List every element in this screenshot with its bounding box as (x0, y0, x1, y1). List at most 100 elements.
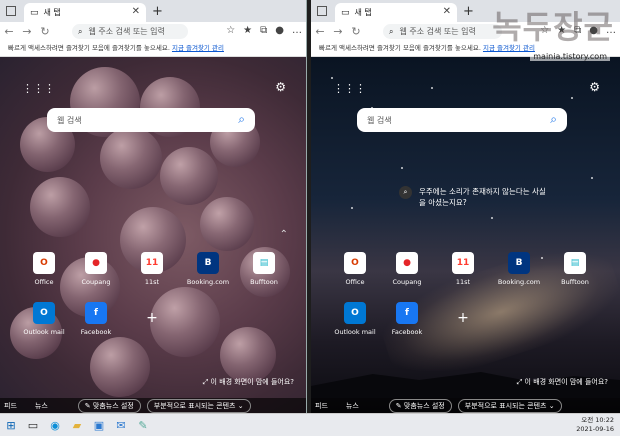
back-icon[interactable]: ← (0, 25, 18, 38)
personalize-button[interactable]: ✎ 맞춤뉴스 설정 (388, 399, 452, 413)
tile-coupang[interactable]: ● Coupang (72, 252, 120, 286)
tile-label: Office (345, 278, 365, 286)
watermark-logo: 녹두장군 (492, 8, 614, 46)
collections-icon[interactable]: ⧉ (260, 25, 267, 36)
add-tile-button[interactable]: + (439, 310, 487, 326)
tile-office[interactable]: O Office (20, 252, 68, 286)
settings-icon[interactable]: ⚙ (589, 80, 600, 94)
11st-icon: 11 (452, 252, 474, 274)
address-bar[interactable]: ⌕ 웹 주소 검색 또는 입력 (72, 24, 188, 39)
tile-bufftoon[interactable]: ▤ Bufftoon (240, 252, 288, 286)
coupang-icon: ● (85, 252, 107, 274)
content-visibility-select[interactable]: 부분적으로 표시되는 콘텐츠 ⌄ (146, 399, 251, 413)
toolbar: ← → ↻ ⌕ 웹 주소 검색 또는 입력 ☆ ★ ⧉ ● … (0, 22, 306, 41)
settings-icon[interactable]: ⚙ (275, 80, 286, 94)
edge-icon[interactable]: ◉ (44, 419, 66, 432)
caption-text: 이 배경 화면이 맘에 들어요? (524, 378, 608, 386)
forward-icon[interactable]: → (18, 25, 36, 38)
tile-facebook[interactable]: f Facebook (72, 302, 120, 336)
facebook-icon: f (396, 302, 418, 324)
address-bar[interactable]: ⌕ 웹 주소 검색 또는 입력 (383, 24, 502, 39)
toolbar-icons: ☆ ★ ⧉ ● … (226, 25, 302, 36)
personalize-button[interactable]: ✎ 맞춤뉴스 설정 (77, 399, 141, 413)
new-tab-button[interactable]: + (463, 4, 474, 19)
watermark-url: mainia.tistory.com (530, 52, 610, 61)
more-icon[interactable]: … (292, 25, 302, 36)
feed-bar: 피드 뉴스 ✎ 맞춤뉴스 설정 부분적으로 표시되는 콘텐츠 ⌄ (311, 398, 620, 414)
favbar-text: 빠르게 액세스하려면 즐겨찾기 모음에 즐겨찾기를 놓으세요. (319, 44, 483, 52)
content-visibility-label: 부분적으로 표시되는 콘텐츠 (464, 402, 547, 410)
tab-new-tab[interactable]: ▭ 새 탭 ✕ (335, 3, 457, 22)
web-search-box[interactable]: 웹 검색 ⌕ (47, 108, 255, 132)
tab-new-tab[interactable]: ▭ 새 탭 ✕ (24, 3, 146, 22)
manage-favorites-link[interactable]: 지금 즐겨찾기 관리 (172, 44, 224, 52)
tile-booking[interactable]: B Booking.com (495, 252, 543, 286)
mail-icon[interactable]: ✉ (110, 419, 132, 432)
feed-tab[interactable]: 피드 (315, 401, 328, 411)
bufftoon-icon: ▤ (564, 252, 586, 274)
refresh-icon[interactable]: ↻ (36, 25, 54, 38)
booking-icon: B (508, 252, 530, 274)
tile-11st[interactable]: 11 11st (128, 252, 176, 286)
personalize-label: 맞춤뉴스 설정 (92, 402, 134, 410)
tab-title: 새 탭 (43, 8, 61, 17)
start-icon[interactable]: ⊞ (0, 419, 22, 432)
tile-booking[interactable]: B Booking.com (184, 252, 232, 286)
search-icon: ⌕ (78, 26, 83, 36)
tile-outlook[interactable]: O Outlook mail (20, 302, 68, 336)
tile-label: Facebook (80, 328, 112, 336)
outlook-icon: O (344, 302, 366, 324)
search-icon[interactable]: ⌕ (550, 112, 557, 127)
task-view-icon[interactable]: ▭ (22, 419, 44, 432)
feed-tab[interactable]: 피드 (4, 401, 17, 411)
content-visibility-select[interactable]: 부분적으로 표시되는 콘텐츠 ⌄ (457, 399, 562, 413)
app-launcher-icon[interactable]: ⋮⋮⋮ (333, 82, 366, 95)
fact-card[interactable]: ⌕ 우주에는 소리가 존재하지 않는다는 사실 을 아셨는지요? (399, 186, 569, 208)
app-launcher-icon[interactable]: ⋮⋮⋮ (22, 82, 55, 95)
address-placeholder: 웹 주소 검색 또는 입력 (88, 27, 165, 36)
system-tray[interactable]: 오전 10:22 2021-09-16 (576, 416, 614, 434)
favorite-icon[interactable]: ☆ (226, 25, 235, 36)
tile-label: Outlook mail (23, 328, 65, 336)
favorites-icon[interactable]: ★ (243, 25, 252, 36)
tile-coupang[interactable]: ● Coupang (383, 252, 431, 286)
bufftoon-icon: ▤ (253, 252, 275, 274)
booking-icon: B (197, 252, 219, 274)
tile-outlook[interactable]: O Outlook mail (331, 302, 379, 336)
address-placeholder: 웹 주소 검색 또는 입력 (399, 27, 476, 36)
profile-icon[interactable]: ● (275, 25, 284, 36)
outlook-icon: O (33, 302, 55, 324)
office-icon: O (344, 252, 366, 274)
add-tile-button[interactable]: + (128, 310, 176, 326)
page-icon: ▭ (341, 7, 350, 18)
store-icon[interactable]: ▣ (88, 419, 110, 432)
news-tab[interactable]: 뉴스 (35, 401, 48, 411)
close-tab-icon[interactable]: ✕ (443, 6, 451, 17)
file-explorer-icon[interactable]: ▰ (66, 419, 88, 432)
tile-office[interactable]: O Office (331, 252, 379, 286)
news-tab[interactable]: 뉴스 (346, 401, 359, 411)
refresh-icon[interactable]: ↻ (347, 25, 365, 38)
tab-actions-icon[interactable] (317, 6, 327, 16)
tile-11st[interactable]: 11 11st (439, 252, 487, 286)
paint-icon[interactable]: ✎ (132, 419, 154, 432)
close-tab-icon[interactable]: ✕ (132, 6, 140, 17)
favorites-bar: 빠르게 액세스하려면 즐겨찾기 모음에 즐겨찾기를 놓으세요. 지금 즐겨찾기 … (0, 41, 306, 57)
expand-icon: ⤢ (516, 378, 523, 386)
tile-bufftoon[interactable]: ▤ Bufftoon (551, 252, 599, 286)
search-icon[interactable]: ⌕ (238, 112, 245, 127)
windows-taskbar: ⊞ ▭ ◉ ▰ ▣ ✉ ✎ 오전 10:22 2021-09-16 (0, 413, 620, 436)
forward-icon[interactable]: → (329, 25, 347, 38)
tile-label: Coupang (392, 278, 422, 286)
tab-title: 새 탭 (354, 8, 372, 17)
wallpaper-caption[interactable]: ⤢ 이 배경 화면이 맘에 들어요? (203, 377, 294, 387)
search-placeholder: 웹 검색 (57, 115, 82, 125)
web-search-box[interactable]: 웹 검색 ⌕ (357, 108, 567, 132)
search-icon: ⌕ (389, 26, 394, 36)
tile-facebook[interactable]: f Facebook (383, 302, 431, 336)
wallpaper-caption[interactable]: ⤢ 이 배경 화면이 맘에 들어요? (517, 377, 608, 387)
new-tab-button[interactable]: + (152, 4, 163, 19)
tab-actions-icon[interactable] (6, 6, 16, 16)
back-icon[interactable]: ← (311, 25, 329, 38)
collapse-icon[interactable]: ⌃ (280, 229, 288, 240)
